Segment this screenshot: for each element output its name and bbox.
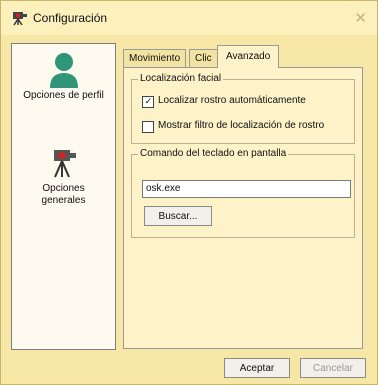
sidebar: Opciones de perfil Opciones generales (11, 43, 116, 350)
group-legend: Localización facial (138, 73, 224, 84)
user-profile-icon (46, 52, 82, 90)
face-localization-group: Localización facial ✓ Localizar rostro a… (131, 73, 355, 144)
advanced-panel: Localización facial ✓ Localizar rostro a… (123, 67, 363, 349)
accept-button[interactable]: Aceptar (224, 358, 290, 378)
sidebar-item-profile[interactable]: Opciones de perfil (12, 52, 115, 102)
check-icon: ✓ (144, 96, 153, 106)
tab-clic[interactable]: Clic (189, 49, 218, 68)
keyboard-command-input[interactable]: osk.exe (142, 180, 351, 198)
tab-movimiento[interactable]: Movimiento (123, 49, 187, 68)
auto-localize-checkbox[interactable]: ✓ (142, 96, 154, 108)
tab-avanzado[interactable]: Avanzado (217, 45, 280, 68)
camera-tripod-icon (53, 150, 76, 178)
sidebar-item-label: Opciones generales (41, 183, 86, 206)
checkbox-label: Mostrar filtro de localización de rostro (158, 120, 325, 131)
checkbox-label: Localizar rostro automáticamente (158, 95, 306, 106)
sidebar-item-general[interactable]: Opciones generales (12, 146, 115, 207)
show-filter-checkbox[interactable] (142, 121, 154, 133)
group-legend: Comando del teclado en pantalla (138, 148, 289, 159)
sidebar-item-label: Opciones de perfil (23, 90, 104, 101)
browse-button[interactable]: Buscar... (144, 206, 212, 226)
close-icon[interactable]: ✕ (354, 9, 367, 27)
cancel-button[interactable]: Cancelar (300, 358, 366, 378)
settings-window: Configuración ✕ Opciones de perfil Opcio… (0, 0, 378, 385)
title-bar: Configuración ✕ (1, 1, 377, 35)
window-title: Configuración (33, 11, 108, 25)
camera-tripod-icon (13, 12, 27, 26)
keyboard-command-group: Comando del teclado en pantalla osk.exe … (131, 148, 355, 238)
